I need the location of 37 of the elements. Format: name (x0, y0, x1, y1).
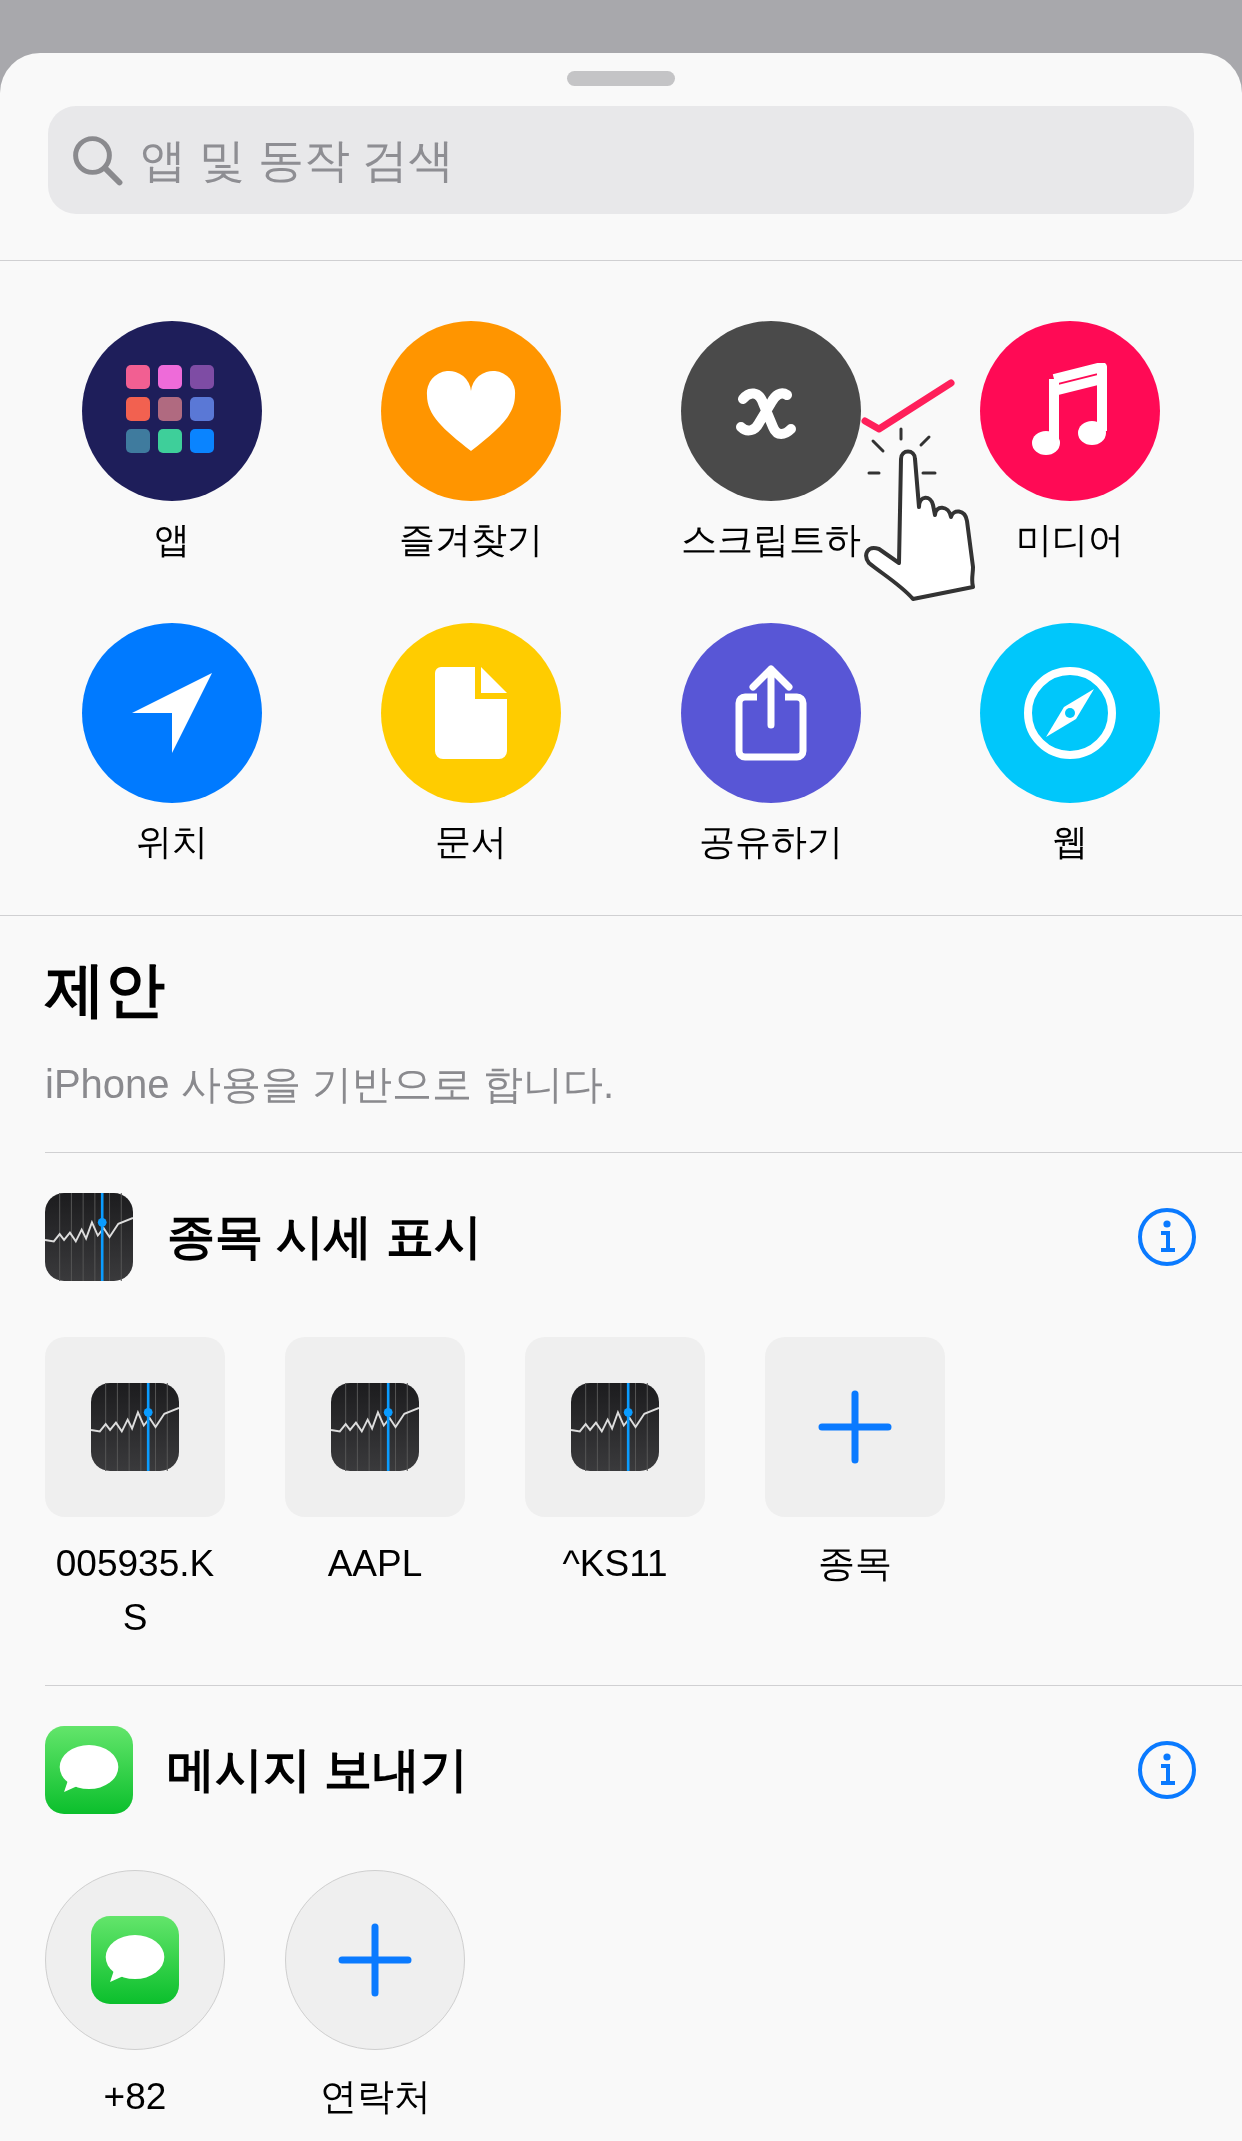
share-icon (734, 665, 807, 761)
app-icon (45, 1726, 133, 1814)
tile-label: ^KS11 (561, 1542, 669, 1586)
app-icon (331, 1383, 419, 1471)
category-label: 즐겨찾기 (399, 519, 544, 560)
action-title[interactable]: 메시지 보내기 (167, 1734, 1137, 1806)
category-label: 공유하기 (698, 821, 843, 862)
info-icon[interactable] (1137, 1207, 1197, 1267)
section-subtitle: iPhone 사용을 기반으로 합니다. (45, 1061, 615, 1108)
tile-label: 종목 (817, 1542, 893, 1586)
tile-label: 연락처 (318, 2075, 432, 2119)
app-icon (45, 1193, 133, 1281)
action-tile[interactable] (45, 1337, 225, 1517)
category-label: 웹 (1052, 821, 1089, 862)
tile-label: 005935.KS (54, 1542, 216, 1640)
plus-icon (338, 1923, 412, 1997)
info-icon[interactable] (1137, 1740, 1197, 1800)
app-icon (571, 1383, 659, 1471)
action-tile[interactable] (285, 1337, 465, 1517)
category-label: 문서 (435, 821, 508, 862)
tile-label: AAPL (326, 1542, 424, 1586)
compass-icon (1022, 665, 1119, 761)
category-label: 위치 (135, 821, 208, 862)
search-icon (70, 133, 124, 187)
document-icon (435, 667, 508, 759)
action-title[interactable]: 종목 시세 표시 (167, 1201, 1137, 1273)
action-tile[interactable] (525, 1337, 705, 1517)
plus-icon (818, 1390, 892, 1464)
action-tile[interactable] (765, 1337, 945, 1517)
section-title: 제안 (45, 955, 166, 1025)
category-label: 앱 (153, 519, 190, 560)
search-field[interactable]: 앱 및 동작 검색 (48, 106, 1194, 214)
app-icon (91, 1916, 179, 2004)
category-label: 스크립트하 (680, 519, 861, 560)
tile-label: +82 (102, 2075, 168, 2119)
category-label: 미디어 (1016, 519, 1125, 560)
app-icon (91, 1383, 179, 1471)
